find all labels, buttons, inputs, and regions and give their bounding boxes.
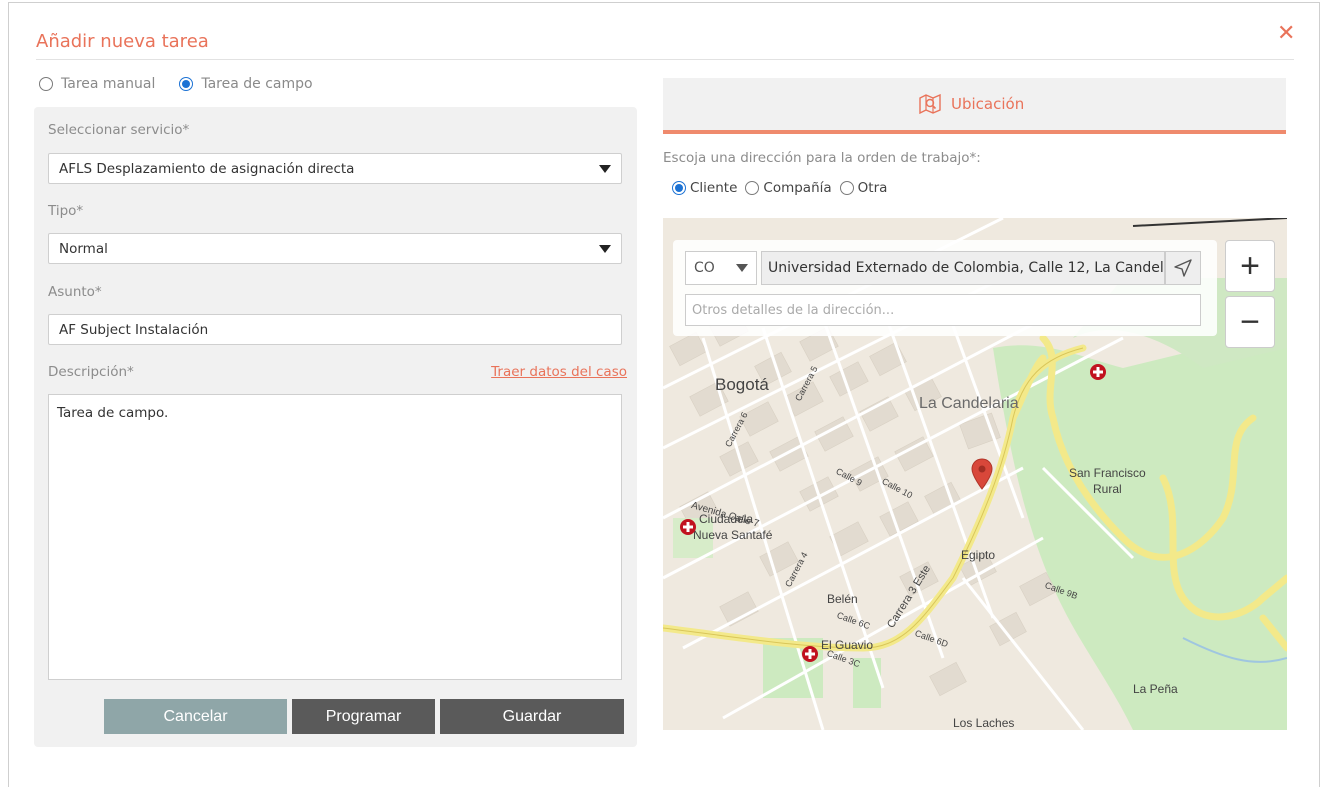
radio-label: Compañía [763,180,832,196]
chevron-down-icon [599,165,611,173]
map-label-san-francisco: San Francisco [1069,466,1146,480]
subject-label: Asunto* [48,284,102,300]
radio-manual-task[interactable]: Tarea manual [39,76,155,92]
radio-field-task[interactable]: Tarea de campo [179,76,313,92]
tab-location-label: Ubicación [951,95,1025,113]
country-select[interactable]: CO [685,251,757,285]
radio-client[interactable]: Cliente [672,180,737,196]
map-label-rural: Rural [1093,482,1122,496]
locate-button[interactable] [1165,251,1201,285]
map-label-egipto: Egipto [961,548,996,562]
address-search-panel: CO Universidad Externado de Colombia, Ca… [673,240,1217,336]
map-label-candelaria: La Candelaria [919,395,1019,412]
service-value: AFLS Desplazamiento de asignación direct… [59,160,355,177]
chevron-down-icon [599,245,611,253]
type-label: Tipo* [48,203,84,219]
type-value: Normal [59,240,108,257]
radio-button[interactable] [745,181,760,195]
map-label-nueva-santafe: Nueva Santafé [693,528,773,542]
map-label-los-laches: Los Laches [953,716,1015,730]
radio-label: Otra [857,180,888,196]
address-value: Universidad Externado de Colombia, Calle… [768,260,1165,276]
radio-company[interactable]: Compañía [745,180,832,196]
radio-label: Tarea manual [61,76,156,92]
subject-value: AF Subject Instalación [59,321,209,338]
tab-location[interactable]: Ubicación [663,78,1286,130]
type-select[interactable]: Normal [48,233,622,264]
map-search-icon [919,94,941,114]
map-label-belen: Belén [827,592,858,606]
address-type-radio-group: Cliente Compañía Otra [672,180,895,196]
fetch-case-data-link[interactable]: Traer datos del caso [491,364,627,380]
hospital-icon [680,519,696,535]
schedule-button[interactable]: Programar [292,699,435,734]
tab-location-content: Ubicación [919,94,1024,114]
radio-button-selected[interactable] [179,77,194,91]
dialog-title: Añadir nueva tarea [36,31,209,52]
address-prompt: Escoja una dirección para la orden de tr… [663,150,981,166]
address-details-placeholder: Otros detalles de la dirección... [692,302,895,318]
map-label-la-pena: La Peña [1133,682,1178,696]
description-value: Tarea de campo. [57,405,169,421]
map-label-bogota: Bogotá [715,375,769,394]
address-details-input[interactable]: Otros detalles de la dirección... [685,294,1201,326]
radio-button[interactable] [839,181,854,195]
title-divider [36,59,1294,60]
close-icon[interactable]: ✕ [1277,21,1295,46]
task-form-panel: Seleccionar servicio* AFLS Desplazamient… [34,107,637,747]
radio-other[interactable]: Otra [839,180,888,196]
location-marker-icon[interactable] [971,458,993,490]
tab-active-indicator [663,130,1286,134]
chevron-down-icon [736,264,748,272]
task-type-radio-group: Tarea manual Tarea de campo [39,76,337,92]
save-button[interactable]: Guardar [440,699,624,734]
hospital-icon [1090,364,1106,380]
country-value: CO [694,260,715,276]
radio-label: Cliente [690,180,738,196]
description-textarea[interactable]: Tarea de campo. [48,394,622,680]
radio-button-selected[interactable] [672,181,686,195]
location-map[interactable]: Bogotá La Candelaria San Francisco Rural… [663,218,1287,730]
hospital-icon [802,646,818,662]
radio-button[interactable] [39,77,53,91]
service-select[interactable]: AFLS Desplazamiento de asignación direct… [48,153,622,184]
address-input[interactable]: Universidad Externado de Colombia, Calle… [761,251,1165,285]
navigation-arrow-icon [1174,259,1192,277]
radio-label: Tarea de campo [201,76,313,92]
zoom-out-button[interactable]: − [1225,296,1275,348]
cancel-button[interactable]: Cancelar [104,699,287,734]
description-label: Descripción* [48,364,134,380]
zoom-in-button[interactable]: + [1225,240,1275,292]
subject-input[interactable]: AF Subject Instalación [48,314,622,345]
service-label: Seleccionar servicio* [48,122,190,138]
add-task-dialog: Añadir nueva tarea ✕ Tarea manual Tarea … [8,2,1320,787]
